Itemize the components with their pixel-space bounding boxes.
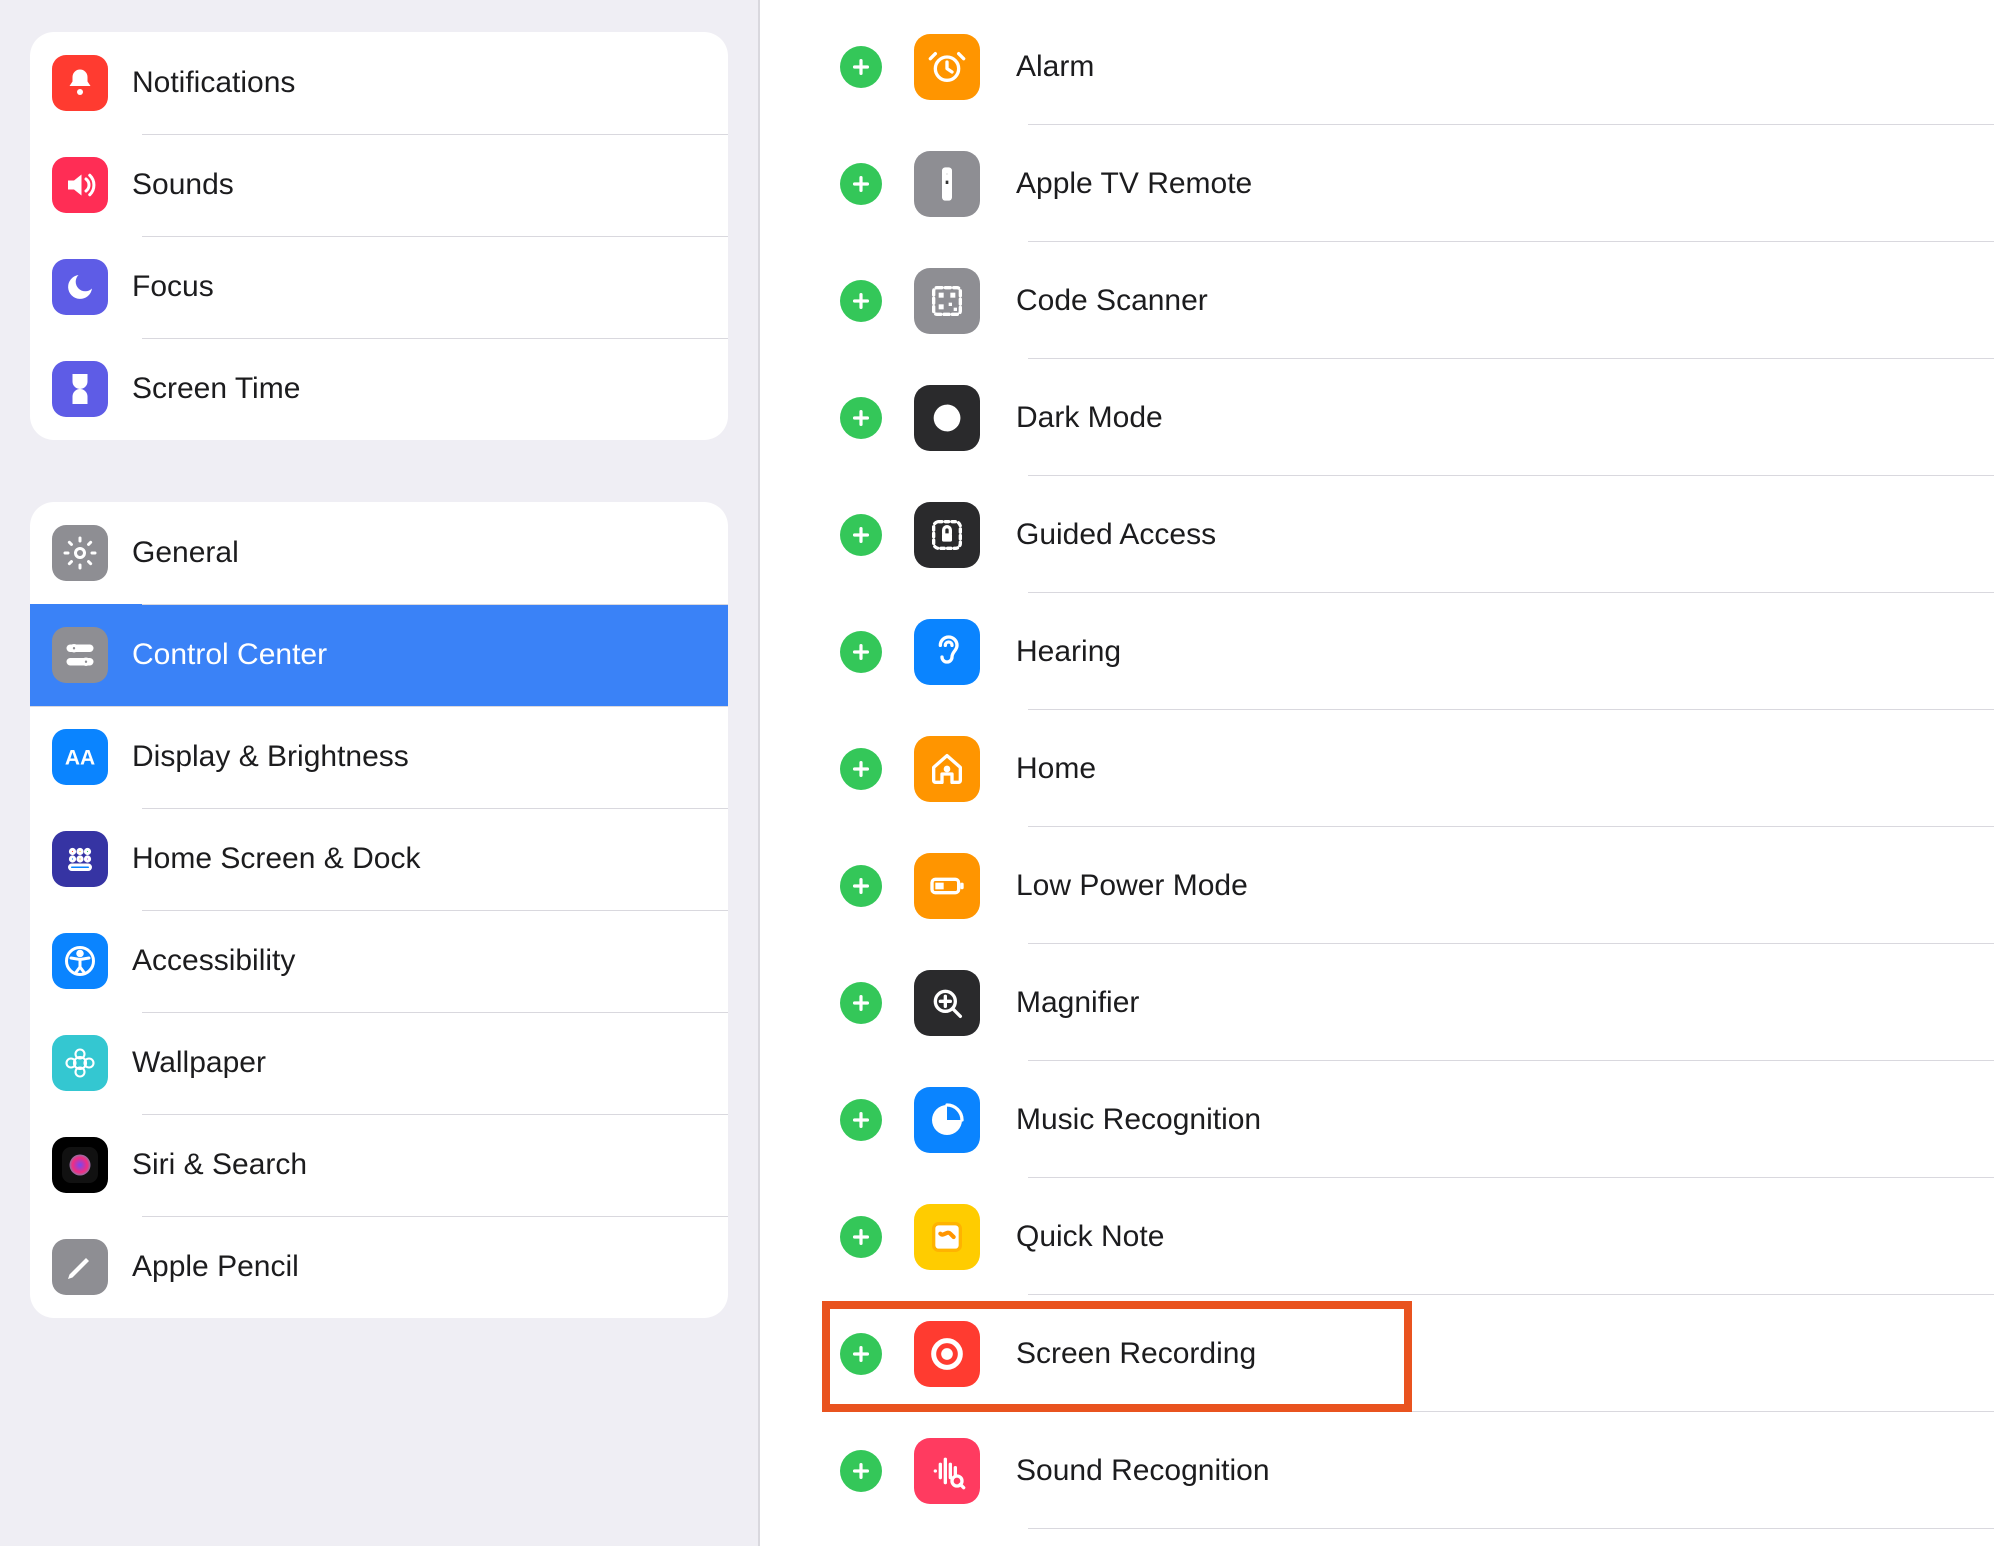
settings-sidebar: Notifications Sounds Focus Screen Time Gene…: [0, 0, 760, 1546]
control-label: Music Recognition: [1016, 1102, 1261, 1138]
sidebar-item-label: Apple Pencil: [132, 1249, 299, 1285]
hearing-icon: [914, 619, 980, 685]
control-row-screenrec: Screen Recording: [840, 1295, 1994, 1412]
pencil-icon: [52, 1239, 108, 1295]
home-icon: [914, 736, 980, 802]
sidebar-group-2: General Control Center AA Display & Brightn…: [30, 502, 728, 1318]
darkmode-icon: [914, 385, 980, 451]
tvremote-icon: [914, 151, 980, 217]
add-button-hearing[interactable]: [840, 631, 882, 673]
control-label: Quick Note: [1016, 1219, 1164, 1255]
sidebar-item-wallpaper[interactable]: Wallpaper: [30, 1012, 728, 1114]
control-label: Apple TV Remote: [1016, 166, 1252, 202]
add-button-codescanner[interactable]: [840, 280, 882, 322]
add-button-guidedaccess[interactable]: [840, 514, 882, 556]
codescanner-icon: [914, 268, 980, 334]
sidebar-item-label: Siri & Search: [132, 1147, 307, 1183]
soundrec-icon: [914, 1438, 980, 1504]
control-label: Low Power Mode: [1016, 868, 1248, 904]
sidebar-item-notifications[interactable]: Notifications: [30, 32, 728, 134]
add-button-screenrec[interactable]: [840, 1333, 882, 1375]
wallpaper-icon: [52, 1035, 108, 1091]
add-button-tvremote[interactable]: [840, 163, 882, 205]
sidebar-item-sounds[interactable]: Sounds: [30, 134, 728, 236]
control-label: Dark Mode: [1016, 400, 1163, 436]
sidebar-item-label: Home Screen & Dock: [132, 841, 420, 877]
controlcenter-icon: [52, 627, 108, 683]
homescreen-icon: [52, 831, 108, 887]
sidebar-item-label: Notifications: [132, 65, 295, 101]
control-row-darkmode: Dark Mode: [840, 359, 1994, 476]
control-row-quicknote: Quick Note: [840, 1178, 1994, 1295]
sidebar-item-label: Focus: [132, 269, 214, 305]
lowpower-icon: [914, 853, 980, 919]
control-label: Screen Recording: [1016, 1336, 1256, 1372]
sidebar-item-general[interactable]: General: [30, 502, 728, 604]
sidebar-item-label: Control Center: [132, 637, 327, 673]
guidedaccess-icon: [914, 502, 980, 568]
control-label: Alarm: [1016, 49, 1094, 85]
sidebar-item-label: Wallpaper: [132, 1045, 266, 1081]
sidebar-item-focus[interactable]: Focus: [30, 236, 728, 338]
sidebar-item-display[interactable]: AA Display & Brightness: [30, 706, 728, 808]
quicknote-icon: [914, 1204, 980, 1270]
siri-icon: [52, 1137, 108, 1193]
display-icon: AA: [52, 729, 108, 785]
screentime-icon: [52, 361, 108, 417]
sidebar-item-label: Screen Time: [132, 371, 300, 407]
control-row-codescanner: Code Scanner: [840, 242, 1994, 359]
magnifier-icon: [914, 970, 980, 1036]
musicrec-icon: [914, 1087, 980, 1153]
add-button-darkmode[interactable]: [840, 397, 882, 439]
control-row-home: Home: [840, 710, 1994, 827]
sidebar-item-controlcenter[interactable]: Control Center: [30, 604, 728, 706]
add-button-lowpower[interactable]: [840, 865, 882, 907]
control-label: Sound Recognition: [1016, 1453, 1270, 1489]
add-button-musicrec[interactable]: [840, 1099, 882, 1141]
control-label: Magnifier: [1016, 985, 1139, 1021]
sidebar-item-label: General: [132, 535, 239, 571]
sounds-icon: [52, 157, 108, 213]
sidebar-group-1: Notifications Sounds Focus Screen Time: [30, 32, 728, 440]
focus-icon: [52, 259, 108, 315]
sidebar-item-label: Display & Brightness: [132, 739, 409, 775]
sidebar-item-screentime[interactable]: Screen Time: [30, 338, 728, 440]
sidebar-item-accessibility[interactable]: Accessibility: [30, 910, 728, 1012]
sidebar-item-homescreen[interactable]: Home Screen & Dock: [30, 808, 728, 910]
more-controls-list: Alarm Apple TV Remote Code Scanner Dark Mod…: [840, 8, 1994, 1529]
sidebar-item-pencil[interactable]: Apple Pencil: [30, 1216, 728, 1318]
control-row-alarm: Alarm: [840, 8, 1994, 125]
add-button-home[interactable]: [840, 748, 882, 790]
control-label: Guided Access: [1016, 517, 1216, 553]
sidebar-item-siri[interactable]: Siri & Search: [30, 1114, 728, 1216]
alarm-icon: [914, 34, 980, 100]
control-row-guidedaccess: Guided Access: [840, 476, 1994, 593]
control-row-musicrec: Music Recognition: [840, 1061, 1994, 1178]
control-row-hearing: Hearing: [840, 593, 1994, 710]
control-label: Hearing: [1016, 634, 1121, 670]
control-row-tvremote: Apple TV Remote: [840, 125, 1994, 242]
control-label: Code Scanner: [1016, 283, 1208, 319]
add-button-quicknote[interactable]: [840, 1216, 882, 1258]
accessibility-icon: [52, 933, 108, 989]
sidebar-item-label: Sounds: [132, 167, 234, 203]
svg-text:AA: AA: [65, 747, 95, 770]
add-button-alarm[interactable]: [840, 46, 882, 88]
notifications-icon: [52, 55, 108, 111]
control-label: Home: [1016, 751, 1096, 787]
add-button-soundrec[interactable]: [840, 1450, 882, 1492]
control-center-detail: Alarm Apple TV Remote Code Scanner Dark Mod…: [760, 0, 1994, 1546]
general-icon: [52, 525, 108, 581]
control-row-magnifier: Magnifier: [840, 944, 1994, 1061]
screenrec-icon: [914, 1321, 980, 1387]
control-row-lowpower: Low Power Mode: [840, 827, 1994, 944]
control-row-soundrec: Sound Recognition: [840, 1412, 1994, 1529]
sidebar-item-label: Accessibility: [132, 943, 295, 979]
add-button-magnifier[interactable]: [840, 982, 882, 1024]
